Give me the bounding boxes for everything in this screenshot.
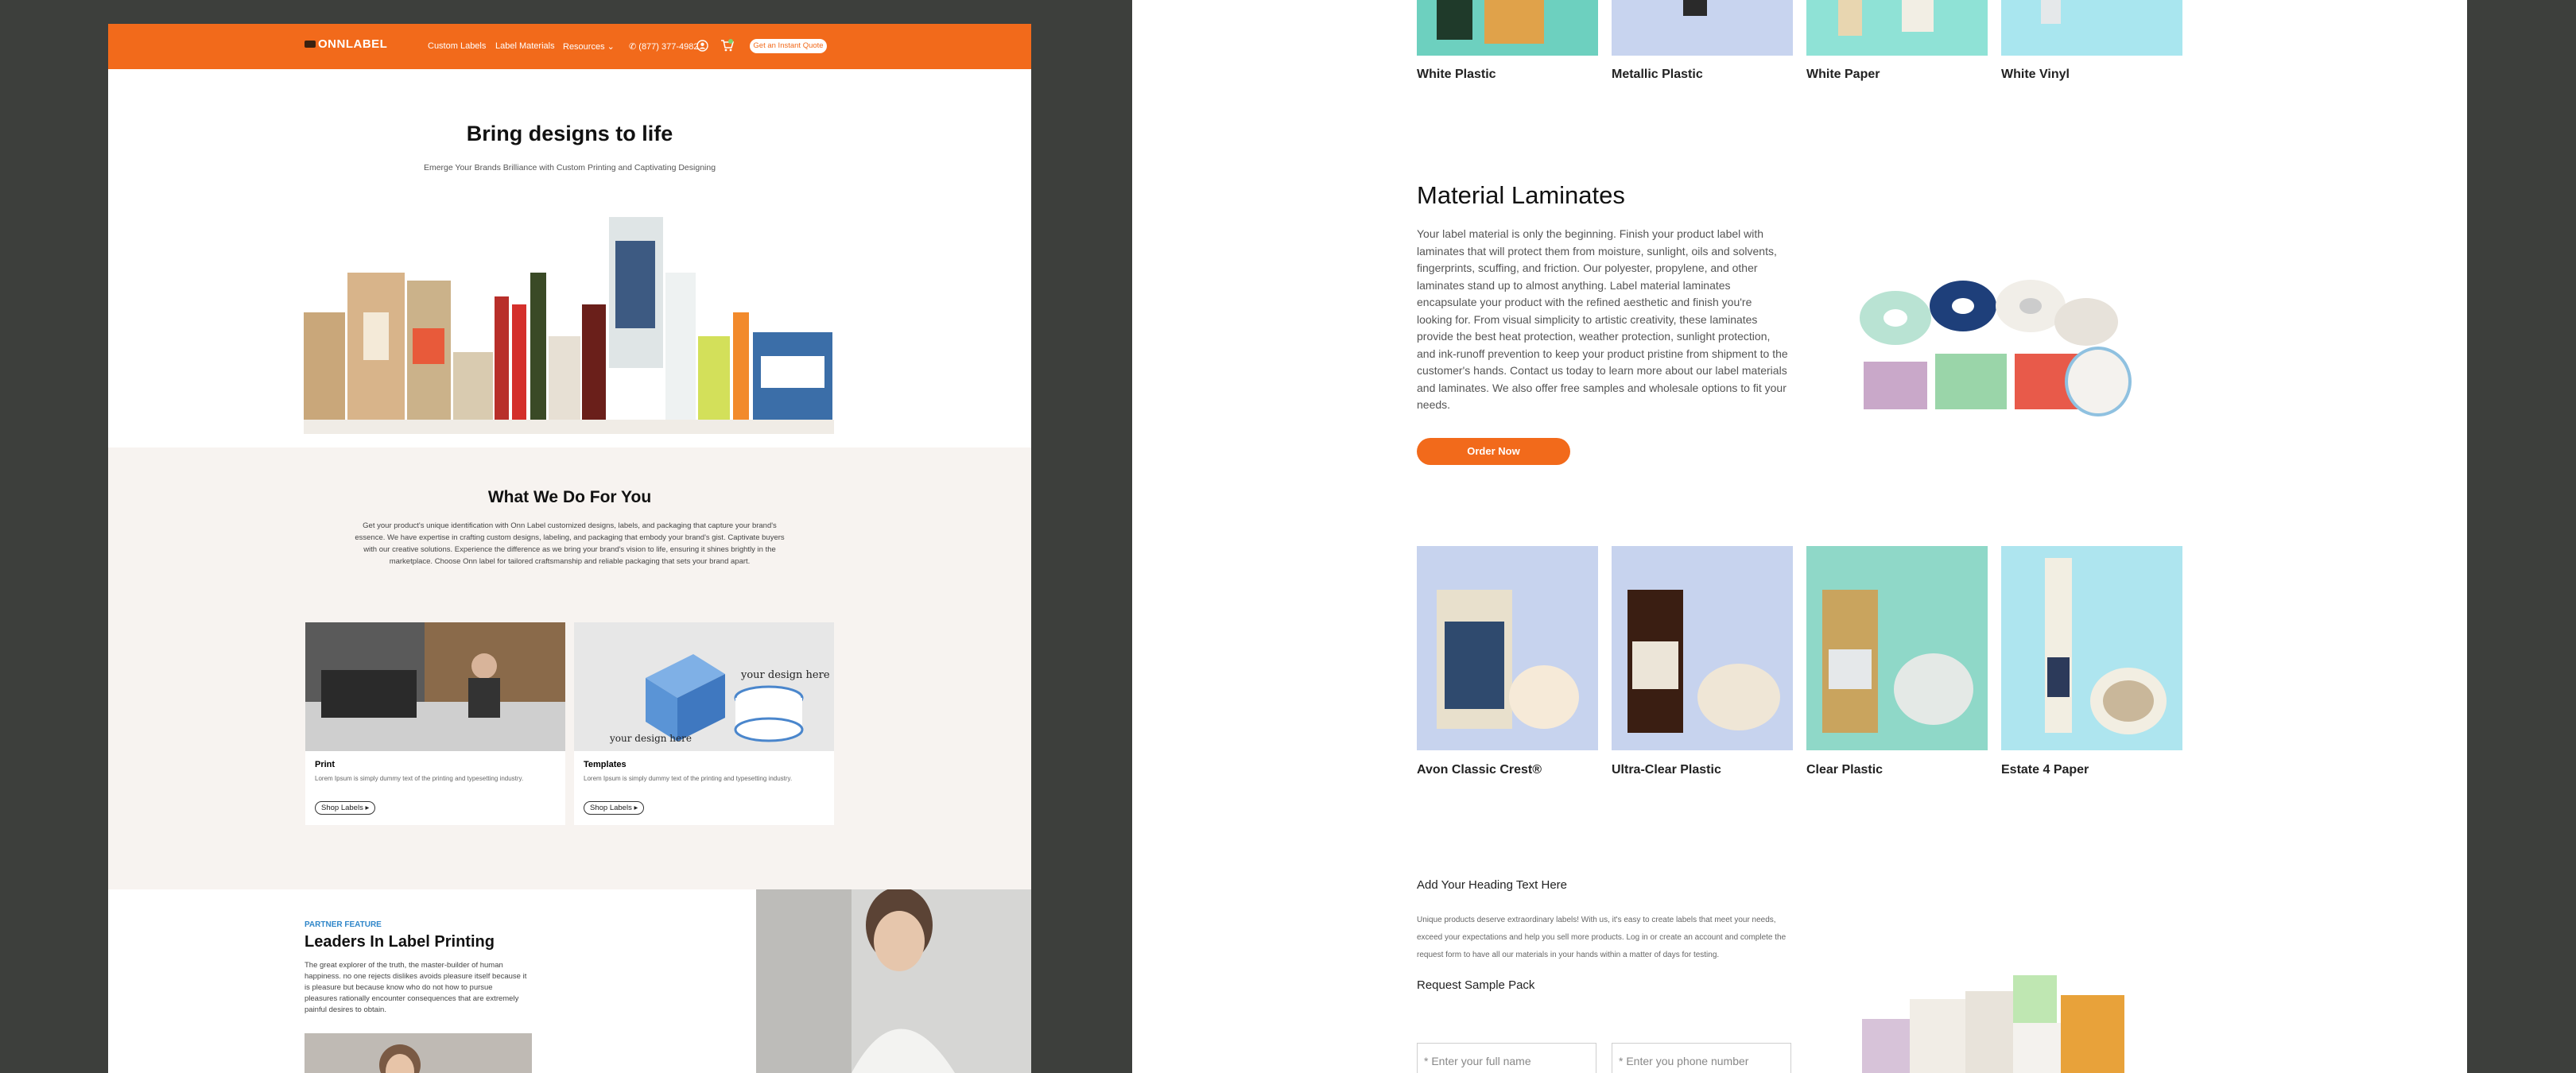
cart-icon[interactable] xyxy=(720,39,734,52)
material-label-metallic-plastic[interactable]: Metallic Plastic xyxy=(1612,68,1703,82)
site-logo[interactable]: ONNLABEL xyxy=(305,37,387,51)
partner-photo xyxy=(756,889,1031,1073)
metallic-plastic-image xyxy=(1612,0,1793,56)
sample-body: Unique products deserve extraordinary la… xyxy=(1417,916,1787,959)
estate-4-paper-image xyxy=(2001,546,2182,750)
material-label-ultra-clear-plastic[interactable]: Ultra-Clear Plastic xyxy=(1612,763,1721,777)
templates-shop-labels-label: Shop Labels xyxy=(590,804,632,812)
header-nav: ONNLABEL Custom Labels Label Materials R… xyxy=(108,24,1031,69)
print-card-image xyxy=(305,622,565,751)
white-vinyl-image xyxy=(2001,0,2182,56)
hero-subtitle: Emerge Your Brands Brilliance with Custo… xyxy=(423,163,716,172)
phone-number-field[interactable]: * Enter you phone number xyxy=(1612,1043,1791,1073)
sample-heading: Add Your Heading Text Here xyxy=(1417,878,1568,892)
phone-icon: ✆ xyxy=(629,42,637,52)
svg-text:your design here: your design here xyxy=(740,669,830,681)
print-card-text: Lorem Ipsum is simply dummy text of the … xyxy=(315,775,524,782)
logo-text: ONNLABEL xyxy=(318,37,388,51)
nav-custom-labels[interactable]: Custom Labels xyxy=(428,41,486,51)
material-label-white-plastic[interactable]: White Plastic xyxy=(1417,68,1496,82)
logo-mark-icon xyxy=(305,41,316,48)
services-section xyxy=(108,447,1031,889)
instant-quote-button[interactable]: Get an Instant Quote xyxy=(750,39,827,53)
full-name-field[interactable]: * Enter your full name xyxy=(1417,1043,1596,1073)
white-paper-image xyxy=(1806,0,1988,56)
hero-title: Bring designs to life xyxy=(466,122,673,145)
material-label-avon-classic-crest[interactable]: Avon Classic Crest® xyxy=(1417,763,1542,777)
avon-classic-crest-image xyxy=(1417,546,1598,750)
services-body: Get your product's unique identification… xyxy=(355,521,785,566)
right-page-preview: White Plastic Metallic Plastic White Pap… xyxy=(1132,0,2467,1073)
order-now-button[interactable]: Order Now xyxy=(1417,438,1570,465)
white-plastic-image xyxy=(1417,0,1598,56)
templates-shop-labels-button[interactable]: Shop Labels ▸ xyxy=(584,801,645,815)
material-label-clear-plastic[interactable]: Clear Plastic xyxy=(1806,763,1883,777)
svg-text:your design here: your design here xyxy=(609,733,692,744)
phone-number: (877) 377-4982 xyxy=(638,42,699,52)
user-icon[interactable] xyxy=(696,40,708,52)
partner-thumbnail-image xyxy=(305,1033,532,1073)
templates-card-image: your design here your design here xyxy=(574,622,834,751)
laminates-title: Material Laminates xyxy=(1417,181,1625,209)
nav-phone[interactable]: ✆ (877) 377-4982 xyxy=(629,41,699,52)
sample-pack-rolls-image xyxy=(1862,975,2124,1073)
laminates-body: Your label material is only the beginnin… xyxy=(1417,227,1788,411)
material-label-white-paper[interactable]: White Paper xyxy=(1806,68,1880,82)
partner-title: Leaders In Label Printing xyxy=(305,933,495,951)
print-card-title: Print xyxy=(315,760,336,769)
clear-plastic-image xyxy=(1806,546,1988,750)
services-title: What We Do For You xyxy=(487,488,652,506)
print-card: Print Lorem Ipsum is simply dummy text o… xyxy=(305,622,565,825)
partner-body: The great explorer of the truth, the mas… xyxy=(305,961,527,1014)
templates-card-title: Templates xyxy=(584,760,627,769)
left-page-preview: ONNLABEL Custom Labels Label Materials R… xyxy=(108,24,1031,1073)
laminates-rolls-image xyxy=(1860,280,2132,416)
templates-card: your design here your design here Templa… xyxy=(574,622,834,825)
nav-label-materials[interactable]: Label Materials xyxy=(495,41,555,51)
ultra-clear-plastic-image xyxy=(1612,546,1793,750)
print-shop-labels-label: Shop Labels xyxy=(321,804,363,812)
partner-eyebrow: PARTNER FEATURE xyxy=(305,920,382,929)
chevron-down-icon: ⌄ xyxy=(607,42,615,52)
material-label-white-vinyl[interactable]: White Vinyl xyxy=(2001,68,2070,82)
templates-card-text: Lorem Ipsum is simply dummy text of the … xyxy=(584,775,793,782)
print-shop-labels-button[interactable]: Shop Labels ▸ xyxy=(315,801,376,815)
request-sample-pack-heading: Request Sample Pack xyxy=(1417,978,1535,992)
nav-resources-label: Resources xyxy=(563,42,605,52)
hero-products-image xyxy=(304,217,834,434)
material-label-estate-4-paper[interactable]: Estate 4 Paper xyxy=(2001,763,2089,777)
nav-resources[interactable]: Resources ⌄ xyxy=(563,41,615,52)
